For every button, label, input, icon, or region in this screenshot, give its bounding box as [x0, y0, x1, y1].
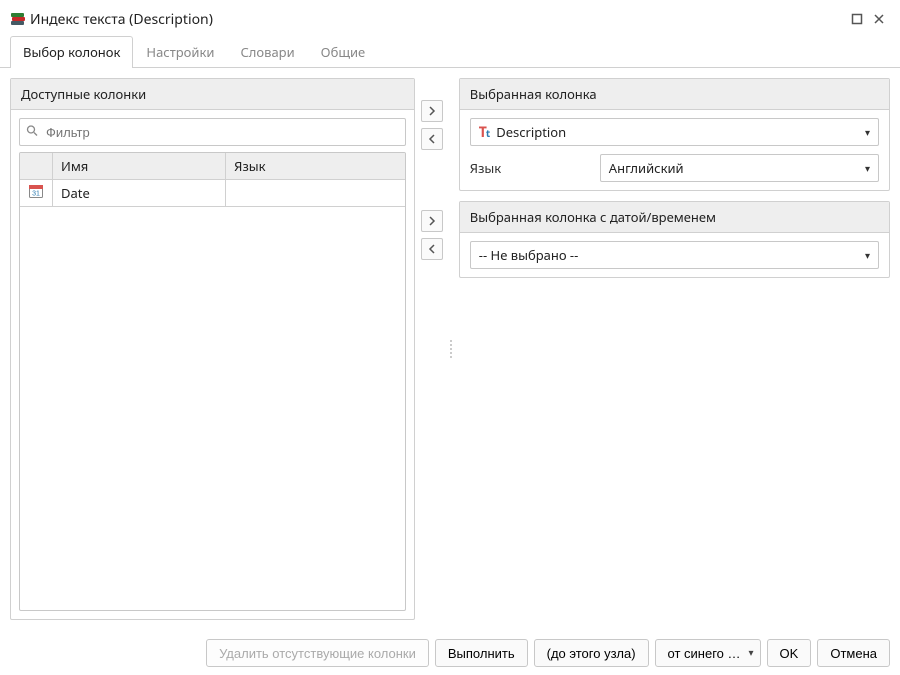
move-left-button[interactable]: [421, 128, 443, 150]
tab-content: Доступные колонки Имя Язык: [0, 68, 900, 630]
text-type-icon: Tt: [479, 123, 490, 142]
search-icon: [26, 124, 38, 141]
chevron-right-icon: [428, 106, 436, 116]
chevron-left-icon: [428, 134, 436, 144]
selected-column-value: Description: [496, 123, 566, 141]
tab-settings[interactable]: Настройки: [133, 36, 227, 68]
selected-column-group: Выбранная колонка Tt Description ▾ Язык …: [459, 78, 890, 191]
available-columns-header: Доступные колонки: [11, 79, 414, 110]
datetime-column-group: Выбранная колонка с датой/временем -- Не…: [459, 201, 890, 278]
language-combo[interactable]: Английский ▾: [600, 154, 879, 182]
window-title: Индекс текста (Description): [30, 10, 213, 29]
language-label: Язык: [470, 159, 590, 177]
ok-button[interactable]: OK: [767, 639, 812, 667]
row-lang-cell: [226, 180, 405, 207]
svg-text:31: 31: [32, 191, 40, 198]
tab-columns[interactable]: Выбор колонок: [10, 36, 133, 68]
splitter[interactable]: [449, 78, 453, 620]
move-right-datetime-button[interactable]: [421, 210, 443, 232]
datetime-column-header: Выбранная колонка с датой/временем: [460, 202, 889, 233]
calendar-icon: 31: [28, 183, 44, 199]
chevron-left-icon: [428, 244, 436, 254]
tab-bar: Выбор колонок Настройки Словари Общие: [0, 32, 900, 68]
col-header-lang[interactable]: Язык: [226, 153, 405, 180]
available-columns-panel: Доступные колонки Имя Язык: [10, 78, 415, 620]
execute-button[interactable]: Выполнить: [435, 639, 528, 667]
tab-common[interactable]: Общие: [308, 36, 379, 68]
col-header-icon[interactable]: [20, 153, 53, 180]
button-bar: Удалить отсутствующие колонки Выполнить …: [0, 630, 900, 675]
chevron-down-icon: ▾: [865, 161, 870, 175]
move-right-button[interactable]: [421, 100, 443, 122]
selected-column-header: Выбранная колонка: [460, 79, 889, 110]
selected-column-combo[interactable]: Tt Description ▾: [470, 118, 879, 146]
filter-input[interactable]: [19, 118, 406, 146]
chevron-down-icon: ▾: [865, 125, 870, 139]
filter-wrapper: [19, 118, 406, 146]
table-row[interactable]: 31 Date: [20, 180, 405, 207]
chevron-down-icon: ▾: [865, 248, 870, 262]
language-row: Язык Английский ▾: [470, 154, 879, 182]
cancel-button[interactable]: Отмена: [817, 639, 890, 667]
transfer-buttons: [421, 78, 443, 620]
maximize-icon: [851, 13, 863, 25]
move-left-datetime-button[interactable]: [421, 238, 443, 260]
language-value: Английский: [609, 159, 684, 177]
row-icon-cell: 31: [20, 180, 53, 207]
app-icon: [10, 11, 26, 27]
datetime-combo[interactable]: -- Не выбрано -- ▾: [470, 241, 879, 269]
dialog-window: Индекс текста (Description) Выбор колоно…: [0, 0, 900, 675]
chevron-right-icon: [428, 216, 436, 226]
available-columns-table[interactable]: Имя Язык 31: [19, 152, 406, 611]
datetime-value: -- Не выбрано --: [479, 246, 579, 264]
close-icon: [873, 13, 885, 25]
until-node-button[interactable]: (до этого узла): [534, 639, 649, 667]
titlebar: Индекс текста (Description): [0, 0, 900, 32]
col-header-name[interactable]: Имя: [53, 153, 226, 180]
scope-dropdown[interactable]: от синего …: [655, 639, 761, 667]
row-name-cell: Date: [53, 180, 226, 207]
remove-missing-button[interactable]: Удалить отсутствующие колонки: [206, 639, 429, 667]
maximize-button[interactable]: [846, 8, 868, 30]
right-panel: Выбранная колонка Tt Description ▾ Язык …: [459, 78, 890, 620]
tab-dictionaries[interactable]: Словари: [227, 36, 307, 68]
close-button[interactable]: [868, 8, 890, 30]
